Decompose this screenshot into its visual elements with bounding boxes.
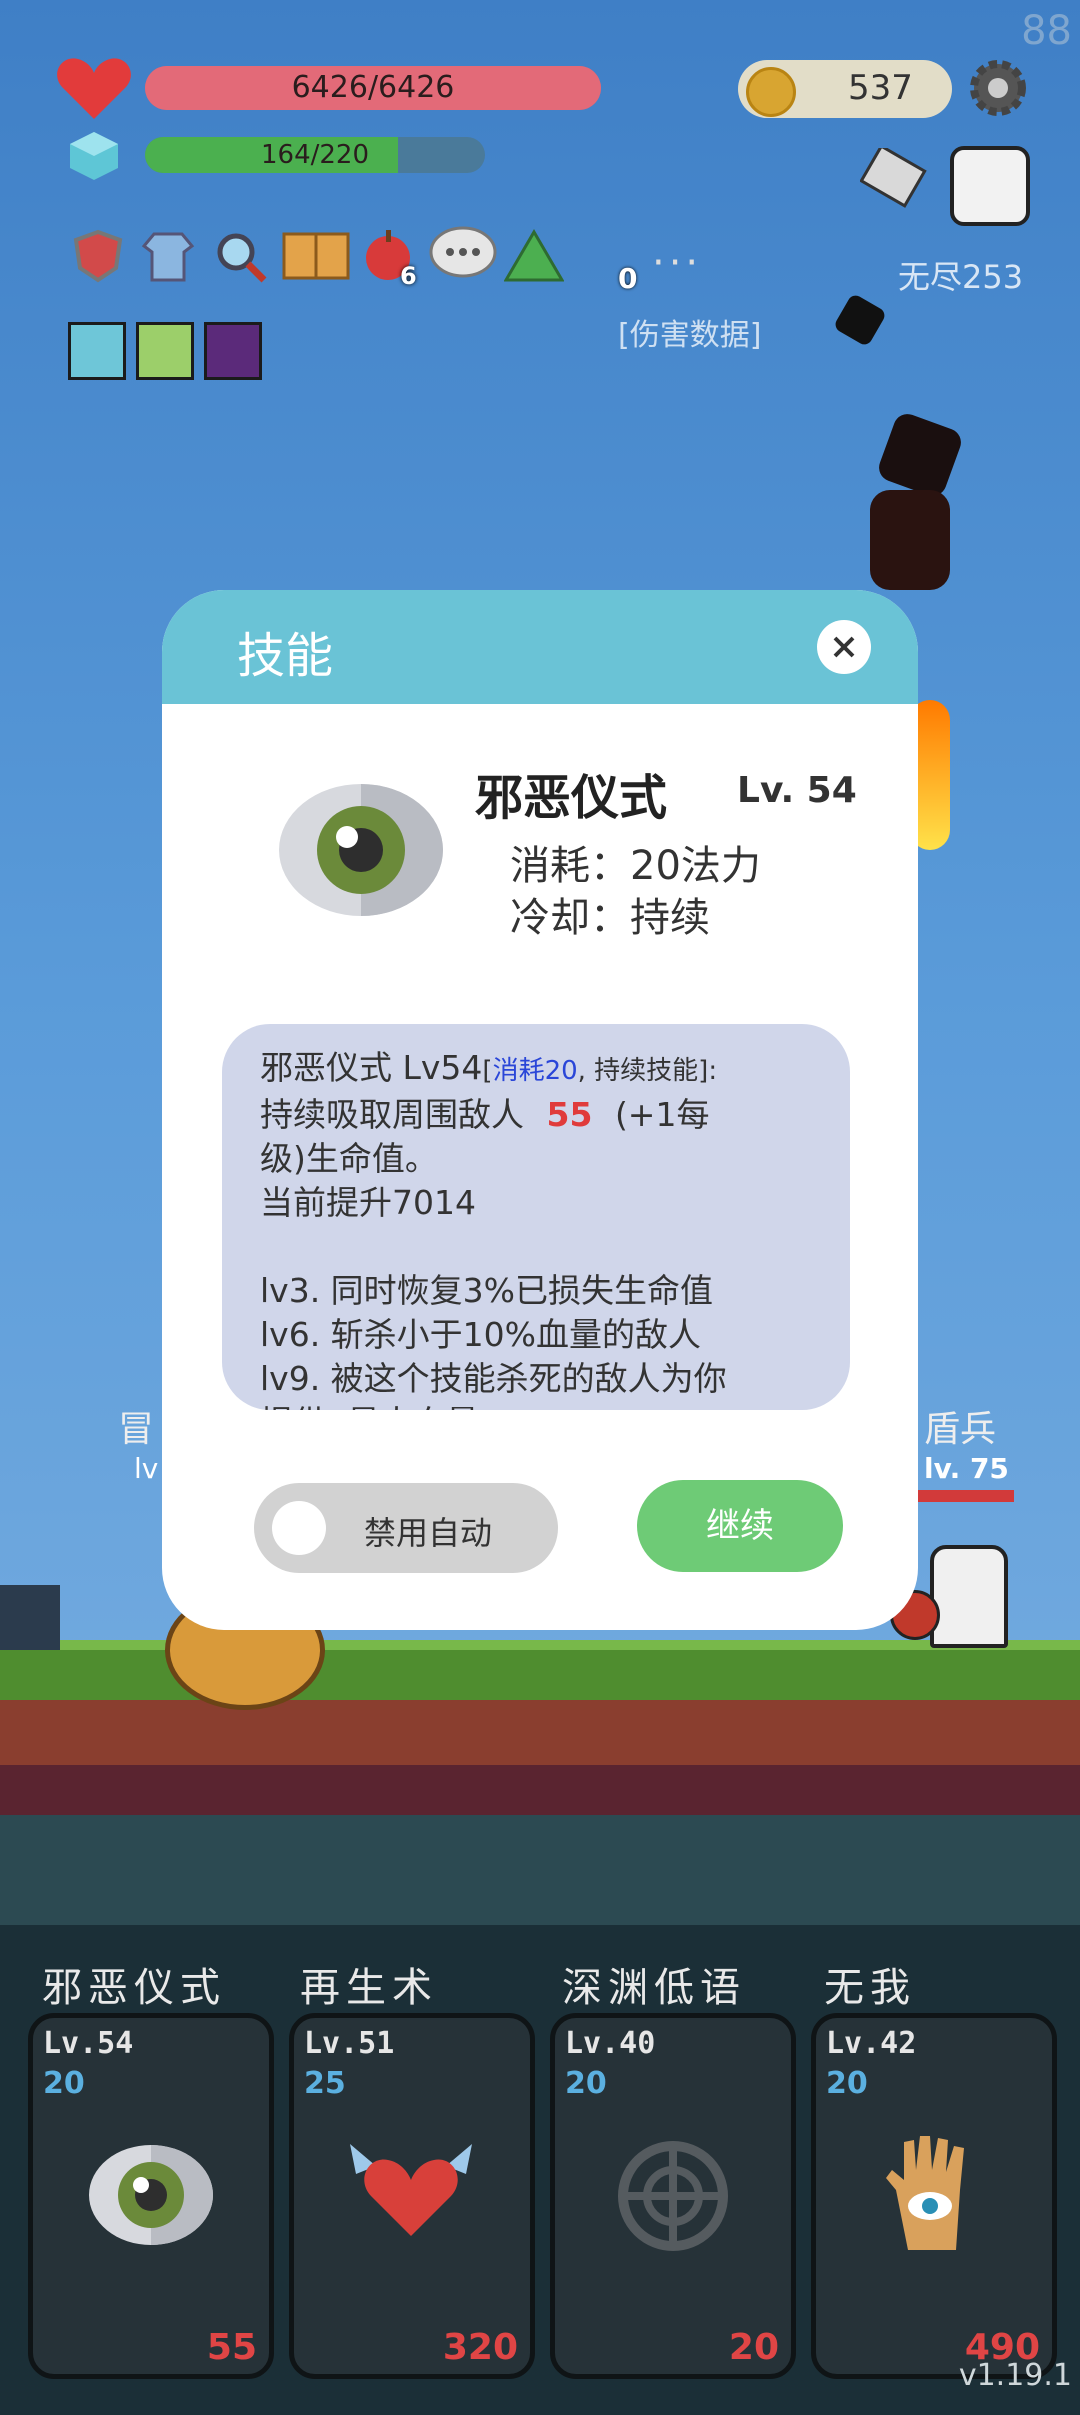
hp-text: 6426/6426 bbox=[291, 70, 455, 105]
skill-card-level: Lv.40 bbox=[565, 2026, 656, 2061]
camp-tent-icon[interactable] bbox=[503, 228, 565, 284]
skill-card-value: 320 bbox=[442, 2327, 518, 2368]
desc-current-bonus: 当前提升7014 bbox=[260, 1183, 476, 1222]
fps-counter: 88 bbox=[1021, 8, 1072, 54]
magnifier-icon[interactable] bbox=[212, 228, 268, 284]
skill-card-level: Lv.42 bbox=[826, 2026, 917, 2061]
crystal-icon bbox=[68, 130, 120, 182]
eye-palm-icon bbox=[878, 2130, 988, 2256]
damage-value: 0 bbox=[618, 262, 638, 295]
mana-text: 164/220 bbox=[260, 140, 369, 170]
chat-bubble-icon[interactable] bbox=[428, 224, 498, 284]
skill-card-value: 55 bbox=[206, 2327, 257, 2368]
buff-demon-icon[interactable] bbox=[204, 322, 262, 380]
book-icon[interactable] bbox=[282, 230, 350, 282]
shield-soldier-sprite bbox=[930, 1545, 1008, 1648]
skill-slot-title: 深渊低语 bbox=[562, 1965, 746, 2011]
coin-display: 537 bbox=[738, 60, 952, 118]
left-enemy-name: 冒 bbox=[118, 1409, 155, 1450]
desc-lv9-perk: lv9. 被这个技能杀死的敌人为你 bbox=[260, 1359, 727, 1398]
coin-count: 537 bbox=[848, 68, 913, 108]
close-button[interactable] bbox=[817, 620, 871, 674]
right-enemy-level: lv. 75 bbox=[924, 1452, 1009, 1485]
skill-dialog: 技能 邪恶仪式 Lv. 54 消耗：20法力 冷却：持续 邪恶仪式 Lv54[消… bbox=[162, 590, 918, 1630]
desc-bracket: [ bbox=[482, 1056, 493, 1086]
damage-data-link[interactable]: [伤害数据] bbox=[618, 310, 761, 354]
desc-value: 55 bbox=[546, 1095, 593, 1134]
desc-cost: 消耗20 bbox=[492, 1056, 578, 1086]
desc-lv9-perk-cont: 提供1最大血量 bbox=[260, 1401, 820, 1410]
skill-slot-title: 邪恶仪式 bbox=[42, 1965, 226, 2011]
close-icon bbox=[833, 636, 855, 658]
skill-cost: 消耗：20法力 bbox=[510, 843, 761, 889]
desc-lv6-perk: lv6. 斩杀小于10%血量的敌人 bbox=[260, 1315, 702, 1354]
right-enemy-hp-bar bbox=[918, 1490, 1014, 1502]
left-enemy-level: lv bbox=[134, 1452, 159, 1485]
skill-description: 邪恶仪式 Lv54[消耗20, 持续技能]: 持续吸取周围敌人 55 (+1每 … bbox=[260, 1046, 820, 1410]
heart-icon bbox=[56, 55, 132, 121]
desc-lv3-perk: lv3. 同时恢复3%已损失生命值 bbox=[260, 1271, 714, 1310]
skill-card-abyss-whisper[interactable]: Lv.40 20 20 bbox=[550, 2013, 796, 2379]
skill-stats: 消耗：20法力 冷却：持续 bbox=[510, 840, 761, 944]
coin-icon bbox=[746, 67, 796, 117]
apple-count: 6 bbox=[400, 262, 417, 290]
skill-card-level: Lv.54 bbox=[43, 2026, 134, 2061]
continue-button[interactable]: 继续 bbox=[637, 1480, 843, 1572]
more-dots-icon[interactable]: ··· bbox=[652, 240, 702, 286]
skill-description-box[interactable]: 邪恶仪式 Lv54[消耗20, 持续技能]: 持续吸取周围敌人 55 (+1每 … bbox=[222, 1024, 850, 1410]
hp-bar: 6426/6426 bbox=[145, 66, 601, 110]
winged-heart-icon bbox=[346, 2136, 476, 2246]
desc-name: 邪恶仪式 Lv54 bbox=[260, 1048, 483, 1087]
buff-plant-icon[interactable] bbox=[136, 322, 194, 380]
skill-cooldown: 冷却：持续 bbox=[510, 895, 710, 941]
right-enemy-name: 盾兵 bbox=[924, 1409, 997, 1450]
skill-card-selfless[interactable]: Lv.42 20 490 bbox=[811, 2013, 1057, 2379]
cleaver-monster-icon bbox=[859, 144, 940, 210]
skill-level: Lv. 54 bbox=[737, 770, 857, 811]
dialog-header: 技能 bbox=[162, 590, 918, 704]
settings-gear-icon[interactable] bbox=[968, 58, 1028, 118]
desc-type: , 持续技能]: bbox=[577, 1056, 718, 1086]
eye-icon bbox=[277, 780, 445, 920]
skill-card-evil-ritual[interactable]: Lv.54 20 55 bbox=[28, 2013, 274, 2379]
desc-line3: 级)生命值。 bbox=[260, 1139, 438, 1178]
version-label: v1.19.1 bbox=[958, 2358, 1072, 2393]
mana-bar: 164/220 bbox=[145, 137, 485, 173]
skill-card-level: Lv.51 bbox=[304, 2026, 395, 2061]
toggle-label: 禁用自动 bbox=[364, 1514, 493, 1552]
skill-card-cost: 20 bbox=[565, 2066, 607, 2101]
dialog-title: 技能 bbox=[237, 628, 334, 684]
desc-growth: (+1每 bbox=[614, 1095, 710, 1134]
smoke-particle bbox=[870, 490, 950, 590]
cannon-sprite bbox=[0, 1585, 60, 1650]
skill-slot-title: 无我 bbox=[824, 1965, 916, 2011]
skill-slot-title: 再生术 bbox=[300, 1965, 438, 2011]
toggle-knob bbox=[272, 1501, 326, 1555]
ghost-enemy-icon bbox=[950, 146, 1030, 226]
desc-effect: 持续吸取周围敌人 bbox=[260, 1095, 524, 1134]
crosshair-icon bbox=[615, 2138, 731, 2254]
armor-shirt-icon[interactable] bbox=[140, 228, 196, 284]
skill-card-regeneration[interactable]: Lv.51 25 320 bbox=[289, 2013, 535, 2379]
buff-light-icon[interactable] bbox=[68, 322, 126, 380]
skill-card-value: 20 bbox=[728, 2327, 779, 2368]
endless-wave-label: 无尽253 bbox=[898, 258, 1024, 296]
shield-icon[interactable] bbox=[70, 228, 126, 284]
skill-card-cost: 20 bbox=[826, 2066, 868, 2101]
skill-card-cost: 25 bbox=[304, 2066, 346, 2101]
skill-card-cost: 20 bbox=[43, 2066, 85, 2101]
dirt-strip-dark bbox=[0, 1765, 1080, 1815]
skill-name: 邪恶仪式 bbox=[475, 770, 668, 826]
eye-icon bbox=[88, 2143, 214, 2247]
water-surface bbox=[0, 1815, 1080, 1925]
disable-auto-toggle[interactable]: 禁用自动 bbox=[254, 1483, 558, 1573]
